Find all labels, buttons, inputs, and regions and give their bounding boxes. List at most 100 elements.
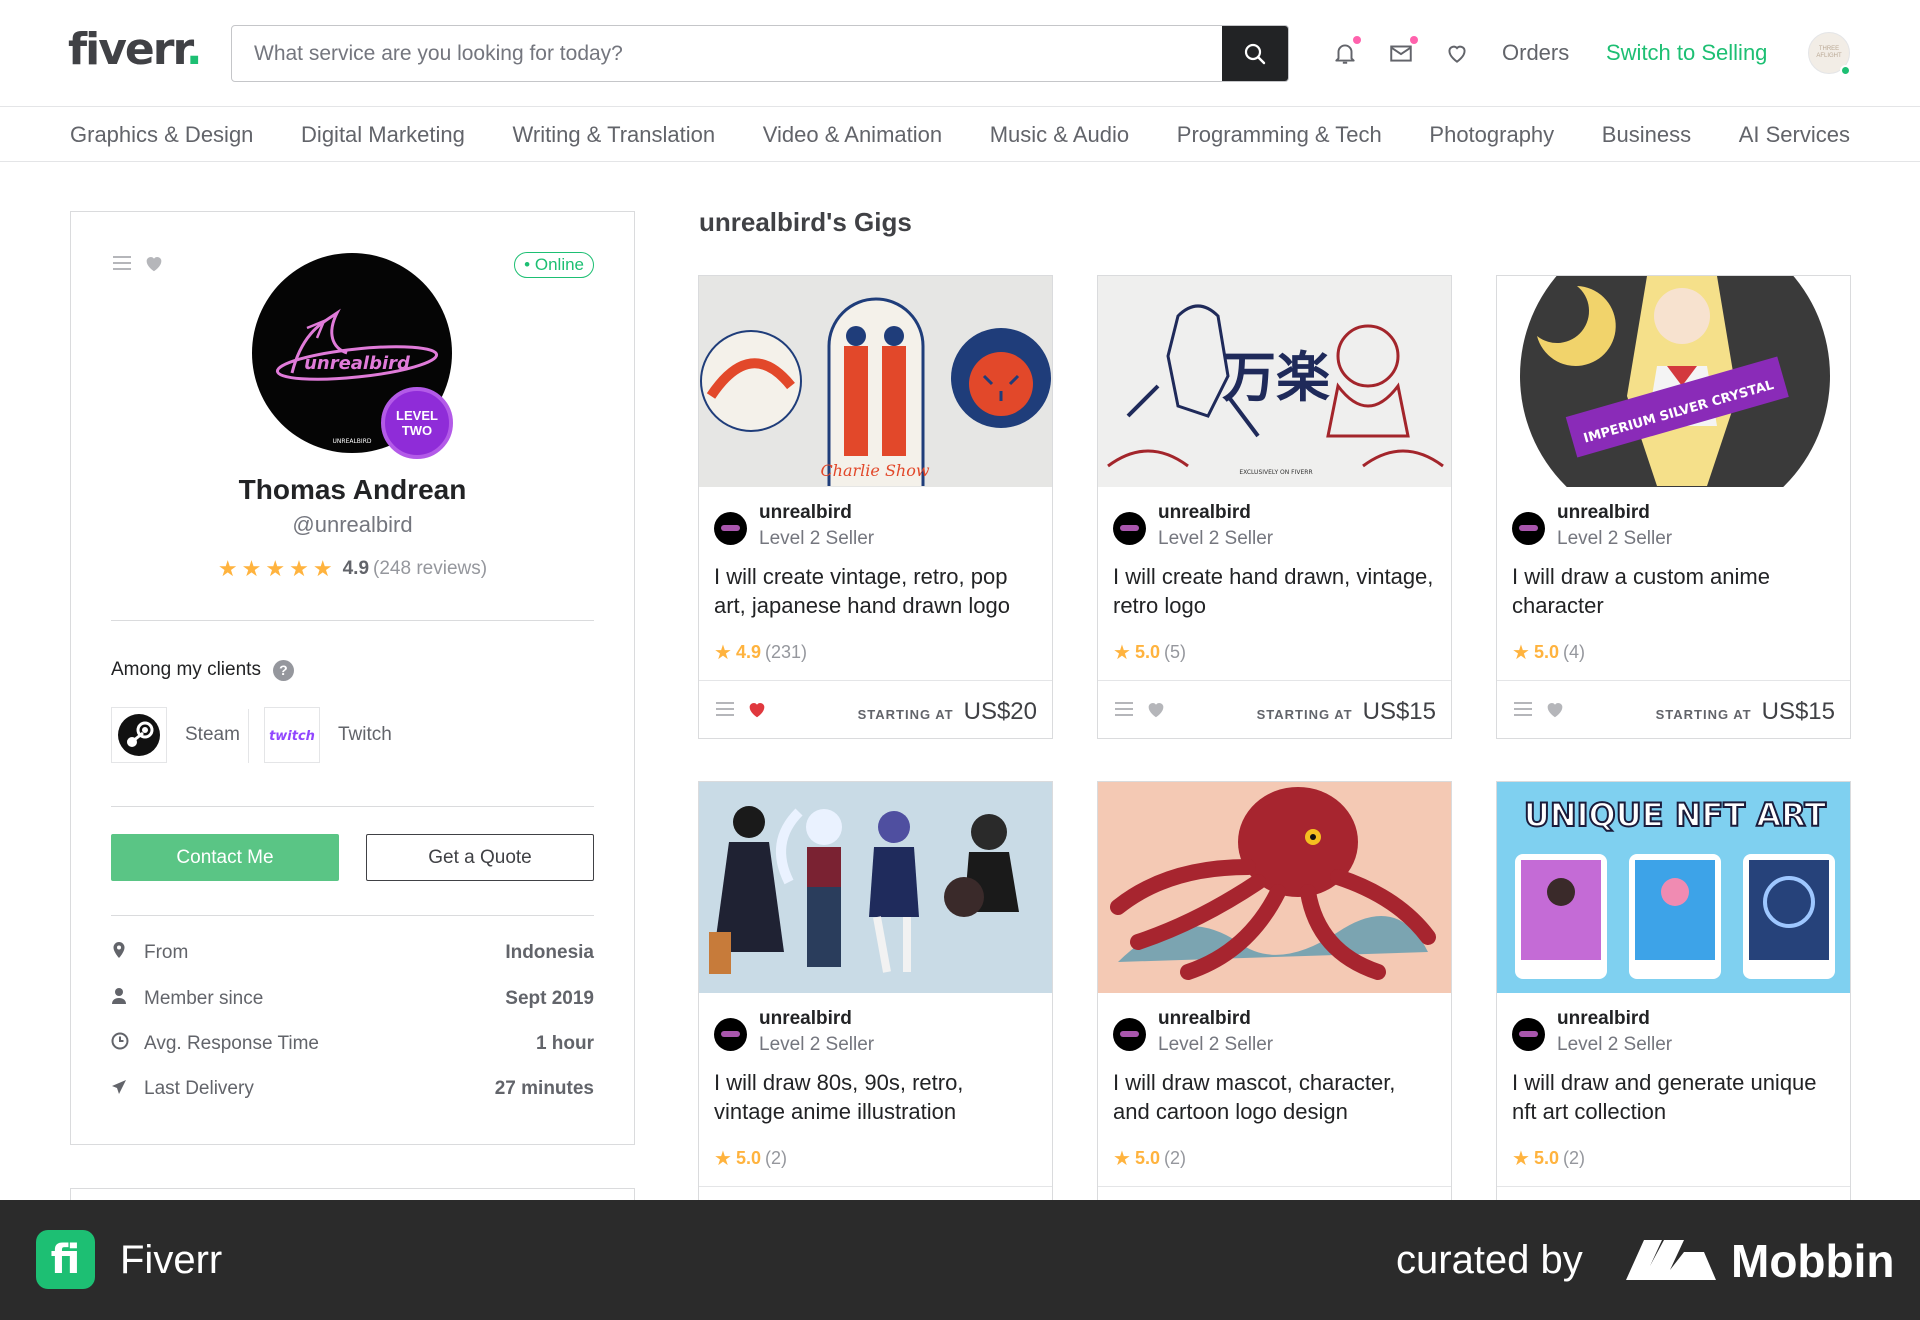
- seller-rating[interactable]: ★ ★ ★ ★ ★ 4.9 (248 reviews): [71, 558, 634, 580]
- list-icon[interactable]: [1113, 698, 1135, 725]
- gig-footer: STARTING AT US$15: [1497, 680, 1850, 738]
- gig-card[interactable]: Charlie Show unrealbird Level 2 Seller I…: [698, 275, 1053, 739]
- gig-price: STARTING AT US$15: [1256, 697, 1436, 725]
- orders-link[interactable]: Orders: [1502, 40, 1569, 66]
- seller-mini-avatar[interactable]: [1512, 512, 1545, 545]
- top-header: fiverr. Orders Switch to Selling THREE A…: [0, 0, 1920, 107]
- svg-text:UNIQUE NFT ART: UNIQUE NFT ART: [1524, 796, 1826, 834]
- category-writing-translation[interactable]: Writing & Translation: [513, 122, 716, 148]
- gig-image[interactable]: UNIQUE NFT ART: [1497, 782, 1850, 993]
- saved-button[interactable]: [1442, 38, 1472, 68]
- category-photography[interactable]: Photography: [1429, 122, 1554, 148]
- client-twitch: twitch Twitch: [264, 707, 392, 763]
- gig-rating: ★ 5.0 (2): [714, 1147, 787, 1170]
- category-ai-services[interactable]: AI Services: [1739, 122, 1850, 148]
- category-business[interactable]: Business: [1602, 122, 1691, 148]
- gig-card[interactable]: UNIQUE NFT ART unrealbird Level 2 Seller…: [1496, 781, 1851, 1201]
- envelope-icon: [1390, 45, 1412, 62]
- category-digital-marketing[interactable]: Digital Marketing: [301, 122, 465, 148]
- gig-image[interactable]: Charlie Show: [699, 276, 1052, 487]
- gig-card[interactable]: IMPERIUM SILVER CRYSTAL unrealbird Level…: [1496, 275, 1851, 739]
- heart-icon[interactable]: [1544, 698, 1566, 725]
- list-icon[interactable]: [714, 698, 736, 725]
- gigs-heading: unrealbird's Gigs: [699, 207, 912, 237]
- gig-title[interactable]: I will create vintage, retro, pop art, j…: [714, 562, 1037, 620]
- gig-price: STARTING AT US$20: [857, 697, 1037, 725]
- info-member-since: Member since Sept 2019: [111, 987, 594, 1010]
- seller-mini-avatar[interactable]: [1113, 512, 1146, 545]
- category-nav: Graphics & Design Digital Marketing Writ…: [0, 108, 1920, 162]
- gig-image[interactable]: 万楽 EXCLUSIVELY ON FIVERR: [1098, 276, 1451, 487]
- star-icon: ★: [265, 556, 286, 581]
- client-separator: [248, 709, 249, 763]
- divider: [111, 915, 594, 916]
- heart-icon[interactable]: [1145, 698, 1167, 725]
- gig-footer: [1098, 1186, 1451, 1200]
- star-icon: ★: [714, 641, 732, 664]
- message-dot: [1410, 36, 1418, 44]
- gig-title[interactable]: I will draw 80s, 90s, retro, vintage ani…: [714, 1068, 1037, 1126]
- star-icon: ★: [1512, 641, 1530, 664]
- category-video-animation[interactable]: Video & Animation: [763, 122, 942, 148]
- gig-card[interactable]: unrealbird Level 2 Seller I will draw ma…: [1097, 781, 1452, 1201]
- list-icon[interactable]: [111, 252, 133, 279]
- gig-title[interactable]: I will draw a custom anime character: [1512, 562, 1835, 620]
- switch-to-selling-link[interactable]: Switch to Selling: [1606, 40, 1767, 66]
- notifications-button[interactable]: [1330, 36, 1361, 68]
- gig-footer: [699, 1186, 1052, 1200]
- level-two-badge: LEVEL TWO: [381, 387, 453, 459]
- gig-card[interactable]: 万楽 EXCLUSIVELY ON FIVERR unrealbird Leve…: [1097, 275, 1452, 739]
- curated-by-label: curated by: [1396, 1238, 1583, 1282]
- gig-rating: ★ 4.9 (231): [714, 641, 807, 664]
- gig-card[interactable]: unrealbird Level 2 Seller I will draw 80…: [698, 781, 1053, 1201]
- messages-button[interactable]: [1386, 36, 1418, 68]
- gig-image[interactable]: IMPERIUM SILVER CRYSTAL: [1497, 276, 1850, 487]
- fiverr-logo[interactable]: fiverr.: [68, 24, 203, 75]
- steam-logo-icon: [111, 707, 167, 763]
- svg-text:UNREALBIRD: UNREALBIRD: [333, 438, 372, 445]
- seller-mini-avatar[interactable]: [714, 1018, 747, 1051]
- heart-filled-icon[interactable]: [746, 698, 768, 725]
- gig-title[interactable]: I will create hand drawn, vintage, retro…: [1113, 562, 1436, 620]
- gig-footer: STARTING AT US$20: [699, 680, 1052, 738]
- star-icon: ★: [241, 556, 262, 581]
- gig-seller: unrealbird Level 2 Seller: [1512, 502, 1672, 550]
- search-button[interactable]: [1222, 26, 1288, 81]
- gig-image[interactable]: [699, 782, 1052, 993]
- seller-mini-avatar[interactable]: [714, 512, 747, 545]
- category-music-audio[interactable]: Music & Audio: [990, 122, 1129, 148]
- app-name: Fiverr: [120, 1238, 223, 1282]
- search-input[interactable]: [232, 26, 1222, 81]
- twitch-logo-icon: twitch: [264, 707, 320, 763]
- category-graphics-design[interactable]: Graphics & Design: [70, 122, 253, 148]
- svg-text:万楽: 万楽: [1222, 345, 1330, 409]
- seller-handle: @unrealbird: [292, 512, 413, 537]
- contact-me-button[interactable]: Contact Me: [111, 834, 339, 881]
- seller-mini-avatar[interactable]: [1512, 1018, 1545, 1051]
- gig-rating: ★ 5.0 (4): [1512, 641, 1585, 664]
- clients-heading: Among my clients ?: [111, 659, 294, 681]
- gig-title[interactable]: I will draw and generate unique nft art …: [1512, 1068, 1835, 1126]
- get-a-quote-button[interactable]: Get a Quote: [366, 834, 594, 881]
- gig-image[interactable]: [1098, 782, 1451, 993]
- category-programming-tech[interactable]: Programming & Tech: [1177, 122, 1382, 148]
- rating-score: 4.9: [342, 558, 370, 579]
- gig-footer: [1497, 1186, 1850, 1200]
- heart-icon[interactable]: [143, 252, 165, 279]
- star-icon: ★: [312, 556, 333, 581]
- bell-icon: [1335, 44, 1355, 64]
- profile-actions: [111, 252, 165, 279]
- divider: [111, 620, 594, 621]
- seller-mini-avatar[interactable]: [1113, 1018, 1146, 1051]
- search-bar: [231, 25, 1289, 82]
- help-icon[interactable]: ?: [272, 659, 294, 681]
- gig-title[interactable]: I will draw mascot, character, and carto…: [1113, 1068, 1436, 1126]
- info-last-delivery: Last Delivery 27 minutes: [111, 1078, 594, 1100]
- gig-seller: unrealbird Level 2 Seller: [1512, 1008, 1672, 1056]
- online-status-badge: • Online: [514, 252, 594, 278]
- mobbin-brand: Mobbin: [1731, 1235, 1895, 1287]
- info-from: From Indonesia: [111, 941, 594, 964]
- online-indicator: [1840, 65, 1851, 76]
- list-icon[interactable]: [1512, 698, 1534, 725]
- star-icon: ★: [714, 1147, 732, 1170]
